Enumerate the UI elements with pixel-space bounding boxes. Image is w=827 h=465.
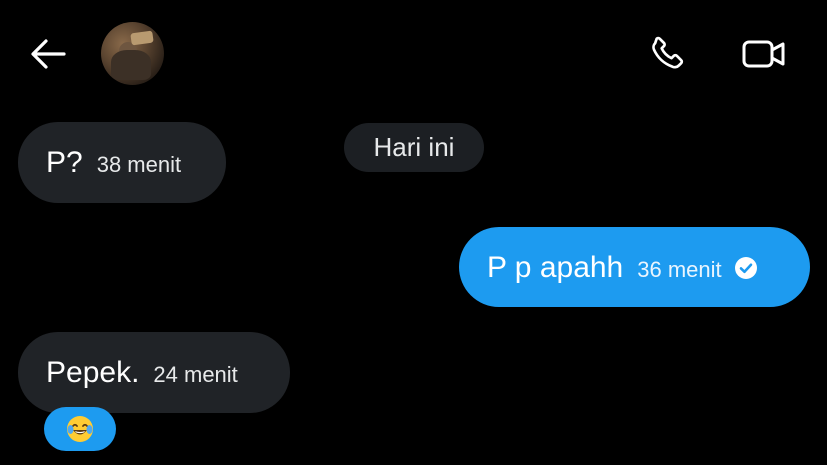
message-bubble-incoming[interactable]: Pepek. 24 menit: [18, 332, 290, 413]
avatar-detail: [130, 30, 154, 46]
message-text: Pepek.: [46, 356, 140, 389]
laughing-tears-emoji-icon: [67, 416, 93, 442]
message-text: P p apahh: [487, 251, 624, 284]
back-button[interactable]: [26, 34, 70, 74]
video-call-button[interactable]: [740, 32, 788, 76]
message-timestamp: 24 menit: [153, 362, 238, 387]
voice-call-button[interactable]: [646, 32, 690, 76]
avatar-detail: [111, 50, 151, 80]
chat-header: [0, 0, 827, 110]
date-separator: Hari ini: [344, 123, 484, 172]
phone-icon: [652, 36, 684, 69]
message-timestamp: 36 menit: [637, 257, 722, 282]
message-bubble-incoming[interactable]: P? 38 menit: [18, 122, 226, 203]
video-camera-icon: [742, 40, 785, 68]
reaction-badge[interactable]: [44, 407, 116, 451]
message-timestamp: 38 menit: [96, 152, 182, 177]
avatar[interactable]: [101, 22, 164, 85]
message-bubble-outgoing[interactable]: P p apahh 36 menit: [459, 227, 810, 307]
arrow-left-icon: [31, 39, 66, 69]
read-check-icon: [734, 256, 758, 280]
message-text: P?: [46, 146, 83, 179]
